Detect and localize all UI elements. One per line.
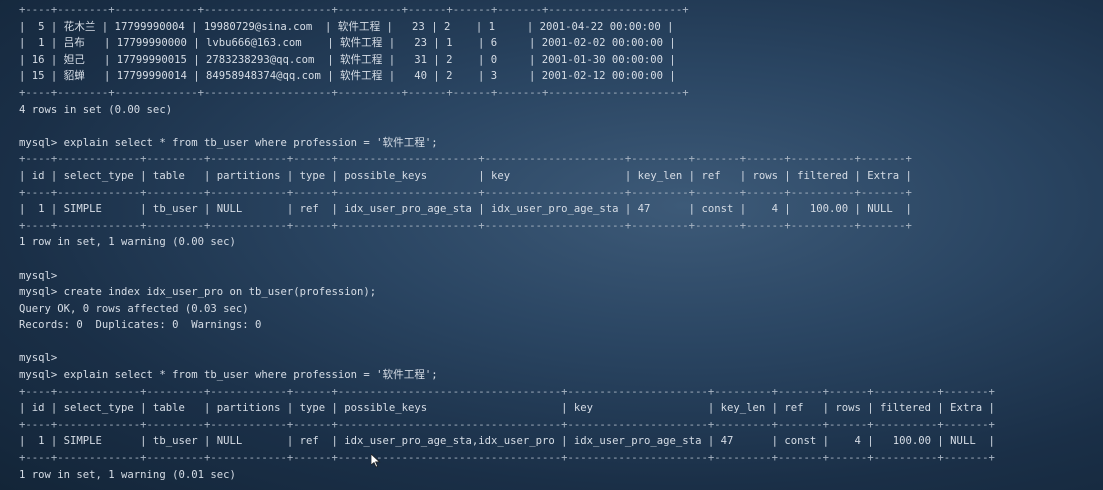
terminal-line: +----+-------------+---------+----------…	[19, 385, 995, 398]
terminal-output: +----+--------+-------------+-----------…	[19, 2, 995, 483]
terminal-line: mysql> explain select * from tb_user whe…	[19, 369, 438, 382]
terminal-window[interactable]: +----+--------+-------------+-----------…	[0, 0, 1103, 490]
terminal-line: +----+--------+-------------+-----------…	[19, 86, 689, 99]
terminal-line: 1 row in set, 1 warning (0.00 sec)	[19, 236, 236, 249]
terminal-line: +----+-------------+---------+----------…	[19, 418, 995, 431]
terminal-line: | 5 | 花木兰 | 17799990004 | 19980729@sina.…	[19, 20, 674, 33]
terminal-line: +----+--------+-------------+-----------…	[19, 4, 689, 16]
terminal-line: mysql> create index idx_user_pro on tb_u…	[19, 286, 377, 299]
terminal-line: | 1 | SIMPLE | tb_user | NULL | ref | id…	[19, 435, 995, 448]
terminal-line: +----+-------------+---------+----------…	[19, 153, 912, 166]
terminal-line: 4 rows in set (0.00 sec)	[19, 103, 173, 116]
terminal-line: | 1 | SIMPLE | tb_user | NULL | ref | id…	[19, 203, 912, 216]
terminal-line: | 1 | 吕布 | 17799990000 | lvbu666@163.com…	[19, 37, 676, 50]
terminal-line: | 15 | 貂蝉 | 17799990014 | 84958948374@qq…	[19, 70, 676, 83]
mouse-pointer-icon	[371, 454, 383, 468]
terminal-line: | id | select_type | table | partitions …	[19, 169, 912, 182]
terminal-line: 1 row in set, 1 warning (0.01 sec)	[19, 468, 236, 481]
terminal-line: +----+-------------+---------+----------…	[19, 186, 912, 199]
terminal-line: +----+-------------+---------+----------…	[19, 219, 912, 232]
terminal-line: mysql>	[19, 269, 58, 282]
terminal-line: mysql> explain select * from tb_user whe…	[19, 136, 438, 149]
terminal-line: Records: 0 Duplicates: 0 Warnings: 0	[19, 319, 262, 332]
terminal-line: | 16 | 妲己 | 17799990015 | 2783238293@qq.…	[19, 53, 676, 66]
terminal-line: Query OK, 0 rows affected (0.03 sec)	[19, 302, 249, 315]
terminal-line: | id | select_type | table | partitions …	[19, 402, 995, 415]
terminal-line: mysql>	[19, 352, 58, 365]
terminal-line: +----+-------------+---------+----------…	[19, 452, 995, 465]
